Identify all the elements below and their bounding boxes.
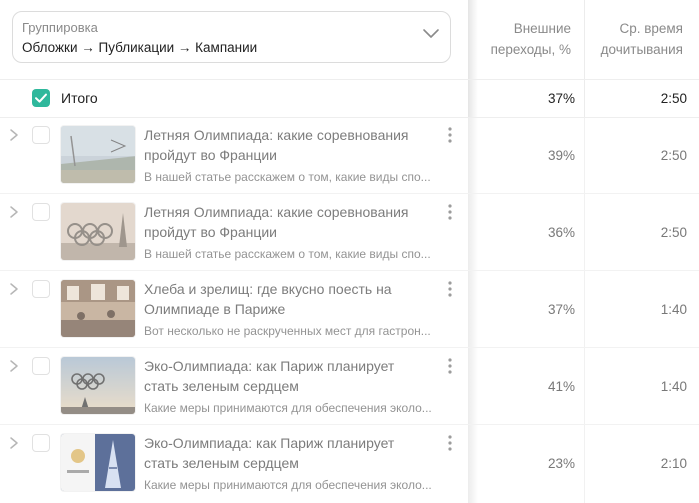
row-divider <box>0 270 699 271</box>
chevron-right-icon[interactable] <box>8 282 20 296</box>
more-options-icon[interactable] <box>444 203 456 221</box>
publication-title-line: Эко-Олимпиада: как Париж планирует <box>144 435 395 451</box>
column-header-time-line1: Ср. время <box>619 21 683 36</box>
publication-title-line: Хлеба и зрелищ: где вкусно поесть на <box>144 281 392 297</box>
row-divider <box>0 79 699 80</box>
publication-description: В нашей статье расскажем о том, какие ви… <box>144 170 431 184</box>
column-header-external-line2: переходы, % <box>490 42 571 57</box>
publication-title-line: Летняя Олимпиада: какие соревнования <box>144 127 409 143</box>
rings-sunset-thumbnail <box>60 356 136 415</box>
publication-title-line: Олимпиаде в Париже <box>144 301 286 317</box>
external-value: 39% <box>547 148 575 163</box>
publication-title-line: пройдут во Франции <box>144 147 278 163</box>
publication-description: Вот несколько не раскрученных мест для г… <box>144 324 431 338</box>
row-checkbox[interactable] <box>32 203 50 221</box>
row-divider <box>0 117 699 118</box>
external-value: 37% <box>547 302 575 317</box>
chevron-right-icon[interactable] <box>8 205 20 219</box>
publication-title[interactable]: Эко-Олимпиада: как Париж планирует стать… <box>144 356 434 396</box>
time-value: 2:10 <box>660 456 687 471</box>
publication-title-line: Эко-Олимпиада: как Париж планирует <box>144 358 395 374</box>
publication-title[interactable]: Летняя Олимпиада: какие соревнования про… <box>144 125 434 165</box>
time-value: 2:50 <box>660 225 687 240</box>
olympic-rings-paris-thumbnail <box>60 202 136 261</box>
chevron-right-icon[interactable] <box>8 359 20 373</box>
publication-description: Какие меры принимаются для обеспечения э… <box>144 478 432 492</box>
row-divider <box>0 424 699 425</box>
publication-description: Какие меры принимаются для обеспечения э… <box>144 401 432 415</box>
publication-title[interactable]: Летняя Олимпиада: какие соревнования про… <box>144 202 434 242</box>
olympic-stadium-thumbnail <box>60 125 136 184</box>
publication-title-line: стать зеленым сердцем <box>144 455 299 471</box>
chevron-right-icon[interactable] <box>8 128 20 142</box>
publication-title[interactable]: Хлеба и зрелищ: где вкусно поесть на Оли… <box>144 279 434 319</box>
total-time-value: 2:50 <box>660 91 687 106</box>
more-options-icon[interactable] <box>444 357 456 375</box>
more-options-icon[interactable] <box>444 126 456 144</box>
time-value: 2:50 <box>660 148 687 163</box>
publication-description: В нашей статье расскажем о том, какие ви… <box>144 247 431 261</box>
time-value: 1:40 <box>660 302 687 317</box>
row-checkbox[interactable] <box>32 126 50 144</box>
row-checkbox[interactable] <box>32 280 50 298</box>
chevron-right-icon[interactable] <box>8 436 20 450</box>
total-external-value: 37% <box>547 91 575 106</box>
grouping-value: Обложки → Публикации → Кампании <box>22 40 258 55</box>
chevron-down-icon[interactable] <box>422 24 440 42</box>
checkmark-icon <box>35 93 47 103</box>
column-header-external[interactable]: Внешние переходы, % <box>478 18 571 60</box>
restaurant-thumbnail <box>60 279 136 338</box>
eiffel-tower-poster-thumbnail <box>60 433 136 492</box>
more-options-icon[interactable] <box>444 280 456 298</box>
publication-title-line: пройдут во Франции <box>144 224 278 240</box>
column-header-time-line2: дочитывания <box>600 42 683 57</box>
publication-title[interactable]: Эко-Олимпиада: как Париж планирует стать… <box>144 433 434 473</box>
external-value: 23% <box>547 456 575 471</box>
more-options-icon[interactable] <box>444 434 456 452</box>
column-header-time[interactable]: Ср. время дочитывания <box>586 18 683 60</box>
external-value: 41% <box>547 379 575 394</box>
total-checkbox[interactable] <box>32 89 50 107</box>
time-value: 1:40 <box>660 379 687 394</box>
grouping-select[interactable]: Группировка Обложки → Публикации → Кампа… <box>12 11 451 63</box>
row-divider <box>0 193 699 194</box>
row-checkbox[interactable] <box>32 434 50 452</box>
publication-title-line: стать зеленым сердцем <box>144 378 299 394</box>
row-checkbox[interactable] <box>32 357 50 375</box>
grouping-label: Группировка <box>22 20 98 35</box>
column-divider <box>584 0 585 503</box>
row-divider <box>0 347 699 348</box>
total-label: Итого <box>61 90 98 106</box>
external-value: 36% <box>547 225 575 240</box>
column-header-external-line1: Внешние <box>513 21 571 36</box>
publication-title-line: Летняя Олимпиада: какие соревнования <box>144 204 409 220</box>
